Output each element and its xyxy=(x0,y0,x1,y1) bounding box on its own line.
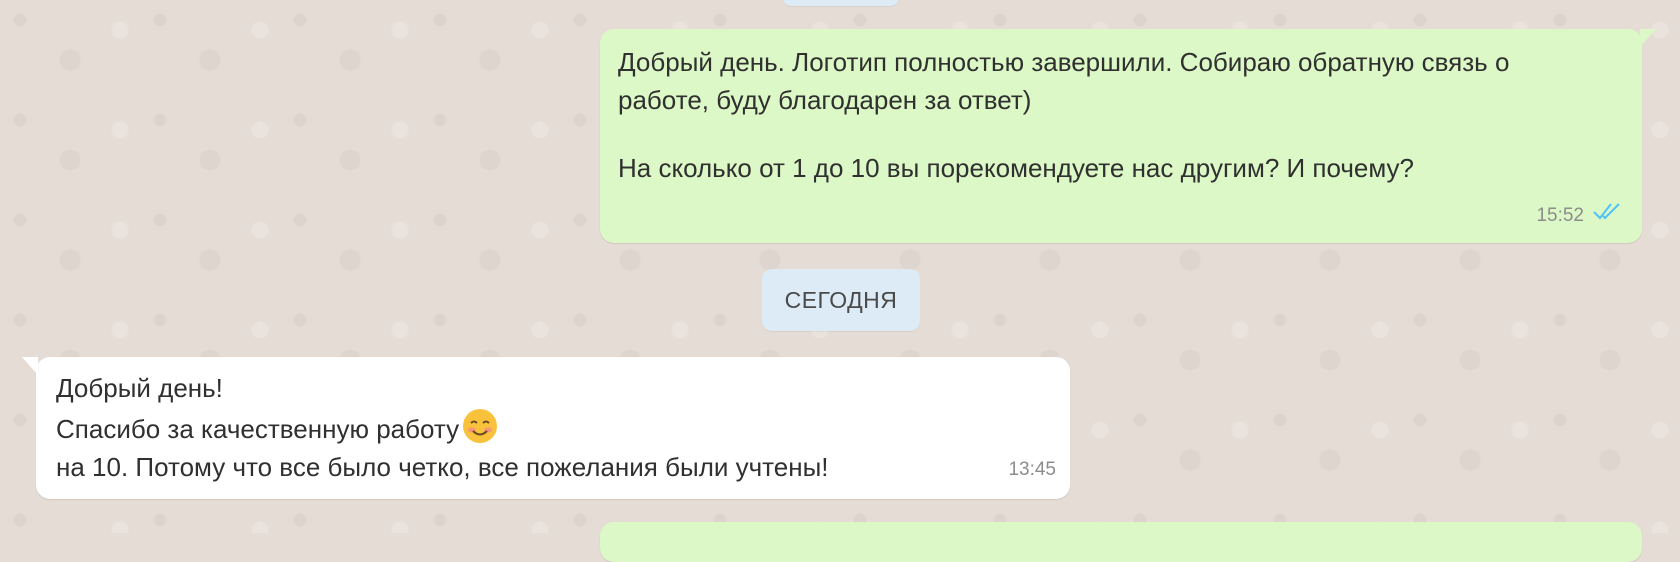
incoming-message-bubble[interactable]: Добрый день! Спасибо за качественную раб… xyxy=(22,357,1070,499)
message-meta: 13:45 xyxy=(1008,451,1056,489)
message-text: Спасибо за качественную работу xyxy=(56,414,460,444)
message-time: 15:52 xyxy=(1536,205,1584,226)
bubble-tail xyxy=(22,357,38,375)
message-text-line: Спасибо за качественную работу xyxy=(56,407,1050,448)
double-check-read-icon xyxy=(1592,197,1622,235)
date-separator: СЕГОДНЯ xyxy=(762,269,920,331)
message-text-line: работе, буду благодарен за ответ) xyxy=(618,85,1032,115)
message-text-line: на 10. Потому что все было четко, все по… xyxy=(56,452,829,482)
date-separator-label: СЕГОДНЯ xyxy=(784,286,898,313)
outgoing-message-bubble-partial[interactable] xyxy=(600,522,1642,562)
message-text-line: Добрый день. Логотип полностью завершили… xyxy=(618,47,1510,77)
message-meta: 15:52 xyxy=(1536,197,1622,235)
bubble-tail xyxy=(1640,29,1656,47)
date-separator-partial xyxy=(782,0,900,6)
message-time: 13:45 xyxy=(1008,459,1056,480)
message-text-line: Добрый день! xyxy=(56,373,223,403)
smiling-face-emoji-icon xyxy=(461,407,499,445)
outgoing-message-bubble[interactable]: Добрый день. Логотип полностью завершили… xyxy=(600,29,1656,243)
message-text-line: На сколько от 1 до 10 вы порекомендуете … xyxy=(618,153,1415,183)
